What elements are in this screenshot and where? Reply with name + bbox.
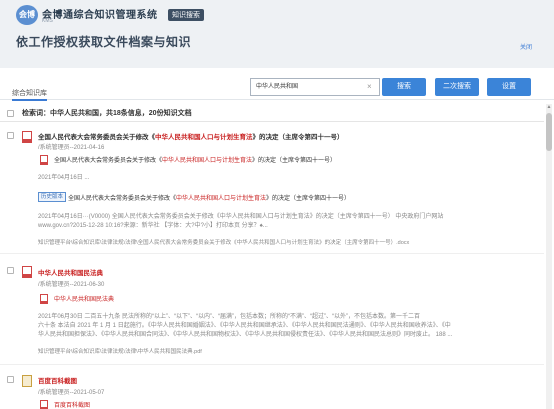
result-title[interactable]: 中华人民共和国民法典	[38, 267, 103, 277]
result-excerpt: 六十条 本法自 2021 年 1 月 1 日起施行。《中华人民共和国婚姻法》、《…	[38, 323, 451, 329]
result-subtitle[interactable]: 全国人民代表大会常务委员会关于修改《中华人民共和国人口与计划生育法》的决定（主席…	[54, 155, 336, 164]
result-path[interactable]: 知识管理平台\综合知识库\法律法规\法律\全国人民代表大会常务委员会关于修改《中…	[38, 238, 409, 246]
image-file-icon	[22, 375, 32, 387]
result-meta: /系统管理员--2021-06-30	[38, 282, 105, 288]
result-subtitle[interactable]: 百度百科截图	[54, 400, 90, 409]
results-header: 检索词：中华人民共和国，共18条信息，20份知识文档	[0, 104, 544, 122]
results-list: 检索词：中华人民共和国，共18条信息，20份知识文档 全国人民代表大会常务委员会…	[0, 104, 544, 409]
scrollbar-thumb[interactable]	[546, 113, 552, 151]
app-subtitle: KMS	[42, 18, 53, 24]
result-excerpt: 华人民共和国担保法》、《中华人民共和国合同法》、《中华人民共和国物权法》、《中华…	[38, 332, 453, 338]
select-all-checkbox[interactable]	[7, 110, 14, 117]
app-title: 会博通综合知识管理系统	[42, 10, 158, 21]
close-link[interactable]: 关闭	[520, 42, 532, 51]
result-excerpt: 2021年06月30日 二百五十九条 民法所称的“以上”、“以下”、“以内”、“…	[38, 314, 421, 320]
result-title[interactable]: 百度百科截图	[38, 375, 77, 385]
settings-button[interactable]: 设置	[487, 78, 531, 96]
page-slogan: 依工作授权获取文件档案与知识	[16, 35, 192, 49]
tab-knowledge-base[interactable]: 综合知识库	[12, 88, 47, 101]
result-title[interactable]: 全国人民代表大会常务委员会关于修改《中华人民共和国人口与计划生育法》的决定（主席…	[38, 131, 344, 141]
app-logo: 会博	[16, 5, 38, 25]
result-meta: /系统管理员--2021-05-07	[38, 390, 105, 396]
file-icon	[40, 155, 48, 165]
search-input[interactable]: 中华人民共和国	[250, 78, 380, 96]
scroll-up-arrow-icon[interactable]: ▲	[546, 104, 552, 110]
pdf-doc-icon	[22, 266, 32, 278]
history-version-title[interactable]: 全国人民代表大会常务委员会关于修改《中华人民共和国人口与计划生育法》的决定（主席…	[68, 193, 350, 202]
search-button[interactable]: 搜索	[382, 78, 426, 96]
result-path[interactable]: 知识管理平台\综合知识库\法律法规\法律\中华人民共和国民法典.pdf	[38, 347, 202, 355]
result-excerpt: 2021年04月16日···(V0000) 全国人民代表大会常务委员会关于修改《…	[38, 214, 444, 220]
file-icon	[40, 400, 48, 409]
result-subtitle[interactable]: 中华人民共和国民法典	[54, 294, 114, 303]
clear-search-icon[interactable]: ×	[367, 79, 372, 95]
result-excerpt: www.gov.cn?2015-12-28 10:16?来源：新华社 【字体：大…	[38, 223, 268, 229]
results-summary: 检索词：中华人民共和国，共18条信息，20份知识文档	[22, 110, 192, 117]
result-checkbox[interactable]	[7, 132, 14, 139]
result-checkbox[interactable]	[7, 267, 14, 274]
word-doc-icon	[22, 131, 32, 143]
divider	[0, 253, 544, 254]
result-meta: /系统管理员--2021-04-16	[38, 145, 105, 151]
section-tag: 知识搜索	[168, 9, 204, 21]
file-icon	[40, 294, 48, 304]
result-date-line: 2021年04月16日 ...	[38, 175, 90, 181]
result-checkbox[interactable]	[7, 376, 14, 383]
second-search-button[interactable]: 二次搜索	[435, 78, 479, 96]
history-version-badge[interactable]: 历史版本	[38, 192, 67, 202]
divider	[0, 364, 544, 365]
